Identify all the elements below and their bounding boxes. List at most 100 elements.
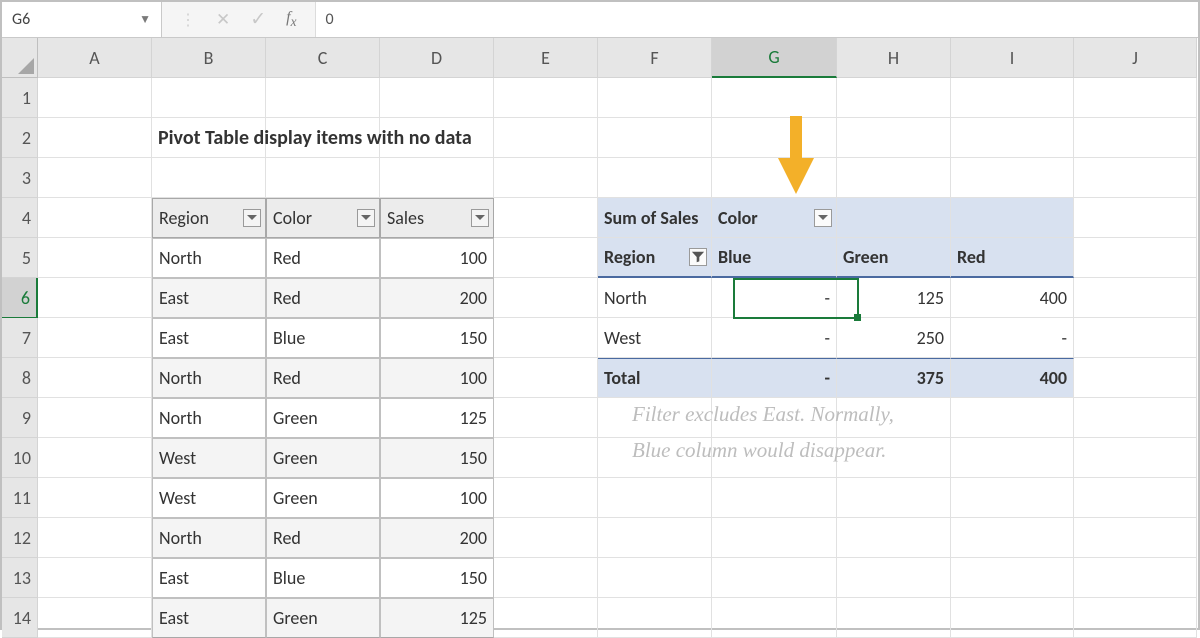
cell-H3[interactable]	[837, 158, 951, 198]
table-header-color[interactable]: Color	[266, 198, 380, 238]
cell-D3[interactable]	[380, 158, 494, 198]
table-cell[interactable]: East	[152, 278, 266, 318]
cell-A7[interactable]	[38, 318, 152, 358]
table-cell[interactable]: 150	[380, 558, 494, 598]
cell-E1[interactable]	[494, 78, 598, 118]
table-cell[interactable]: 150	[380, 318, 494, 358]
table-cell[interactable]: North	[152, 518, 266, 558]
row-head-11[interactable]: 11	[2, 478, 38, 518]
cell-A8[interactable]	[38, 358, 152, 398]
cell-A4[interactable]	[38, 198, 152, 238]
cell-J4[interactable]	[1074, 198, 1197, 238]
cell-E6[interactable]	[494, 278, 598, 318]
confirm-icon[interactable]: ✓	[250, 8, 266, 31]
cell-E7[interactable]	[494, 318, 598, 358]
table-cell[interactable]: 200	[380, 518, 494, 558]
pivot-col-header[interactable]: Green	[837, 238, 951, 278]
select-all-corner[interactable]	[2, 38, 38, 78]
cell-E13[interactable]	[494, 558, 598, 598]
cell-A6[interactable]	[38, 278, 152, 318]
cell-C3[interactable]	[266, 158, 380, 198]
col-head-C[interactable]: C	[266, 38, 380, 78]
cell-E4[interactable]	[494, 198, 598, 238]
cell-B2[interactable]: Pivot Table display items with no data	[152, 118, 266, 158]
cell-G13[interactable]	[712, 558, 837, 598]
cell-G6[interactable]: -	[712, 278, 837, 318]
cell-G14[interactable]	[712, 598, 837, 638]
cell-H14[interactable]	[837, 598, 951, 638]
formula-input[interactable]: 0	[316, 2, 1198, 37]
table-cell[interactable]: 125	[380, 398, 494, 438]
cell-A13[interactable]	[38, 558, 152, 598]
cell-I10[interactable]	[951, 438, 1074, 478]
cell-E2[interactable]	[494, 118, 598, 158]
row-head-4[interactable]: 4	[2, 198, 38, 238]
cell-E10[interactable]	[494, 438, 598, 478]
cell-F2[interactable]	[598, 118, 712, 158]
row-head-13[interactable]: 13	[2, 558, 38, 598]
cell-J9[interactable]	[1074, 398, 1197, 438]
col-head-F[interactable]: F	[598, 38, 712, 78]
pivot-total-val[interactable]: 400	[951, 358, 1074, 398]
cell-A2[interactable]	[38, 118, 152, 158]
pivot-values-label[interactable]: Sum of Sales	[598, 198, 712, 238]
cell-G7[interactable]: -	[712, 318, 837, 358]
insert-function-icon[interactable]: fx	[286, 9, 296, 30]
filter-dropdown-icon[interactable]	[243, 209, 261, 227]
cell-H1[interactable]	[837, 78, 951, 118]
cell-A11[interactable]	[38, 478, 152, 518]
cell-J8[interactable]	[1074, 358, 1197, 398]
cell-F12[interactable]	[598, 518, 712, 558]
col-head-E[interactable]: E	[494, 38, 598, 78]
table-cell[interactable]: 125	[380, 598, 494, 638]
cell-I7[interactable]: -	[951, 318, 1074, 358]
cell-I14[interactable]	[951, 598, 1074, 638]
cell-I1[interactable]	[951, 78, 1074, 118]
cell-C1[interactable]	[266, 78, 380, 118]
cell-F1[interactable]	[598, 78, 712, 118]
table-cell[interactable]: North	[152, 238, 266, 278]
filter-dropdown-icon[interactable]	[357, 209, 375, 227]
cancel-icon[interactable]: ✕	[216, 9, 230, 30]
cell-H12[interactable]	[837, 518, 951, 558]
cell-I11[interactable]	[951, 478, 1074, 518]
cell-J13[interactable]	[1074, 558, 1197, 598]
cell-E5[interactable]	[494, 238, 598, 278]
pivot-total-val[interactable]: -	[712, 358, 837, 398]
cell-G1[interactable]	[712, 78, 837, 118]
filter-dropdown-icon[interactable]	[814, 209, 832, 227]
cell-G12[interactable]	[712, 518, 837, 558]
row-head-8[interactable]: 8	[2, 358, 38, 398]
cell-H13[interactable]	[837, 558, 951, 598]
row-head-10[interactable]: 10	[2, 438, 38, 478]
cell-J5[interactable]	[1074, 238, 1197, 278]
table-cell[interactable]: 100	[380, 478, 494, 518]
filter-dropdown-icon[interactable]	[471, 209, 489, 227]
cell-I2[interactable]	[951, 118, 1074, 158]
cell-J14[interactable]	[1074, 598, 1197, 638]
table-cell[interactable]: Blue	[266, 558, 380, 598]
cell-J11[interactable]	[1074, 478, 1197, 518]
cell-A12[interactable]	[38, 518, 152, 558]
cell-J12[interactable]	[1074, 518, 1197, 558]
cell-J6[interactable]	[1074, 278, 1197, 318]
table-cell[interactable]: 100	[380, 238, 494, 278]
cell-A14[interactable]	[38, 598, 152, 638]
pivot-row-label[interactable]: North	[598, 278, 712, 318]
cell-I9[interactable]	[951, 398, 1074, 438]
cell-B1[interactable]	[152, 78, 266, 118]
cell-G3[interactable]	[712, 158, 837, 198]
cell-E3[interactable]	[494, 158, 598, 198]
row-head-9[interactable]: 9	[2, 398, 38, 438]
cell-H6[interactable]: 125	[837, 278, 951, 318]
cell-I6[interactable]: 400	[951, 278, 1074, 318]
row-head-5[interactable]: 5	[2, 238, 38, 278]
table-cell[interactable]: West	[152, 478, 266, 518]
cell-I3[interactable]	[951, 158, 1074, 198]
pivot-total-val[interactable]: 375	[837, 358, 951, 398]
cell-B3[interactable]	[152, 158, 266, 198]
col-head-A[interactable]: A	[38, 38, 152, 78]
col-head-B[interactable]: B	[152, 38, 266, 78]
cell-H11[interactable]	[837, 478, 951, 518]
cell-F11[interactable]	[598, 478, 712, 518]
